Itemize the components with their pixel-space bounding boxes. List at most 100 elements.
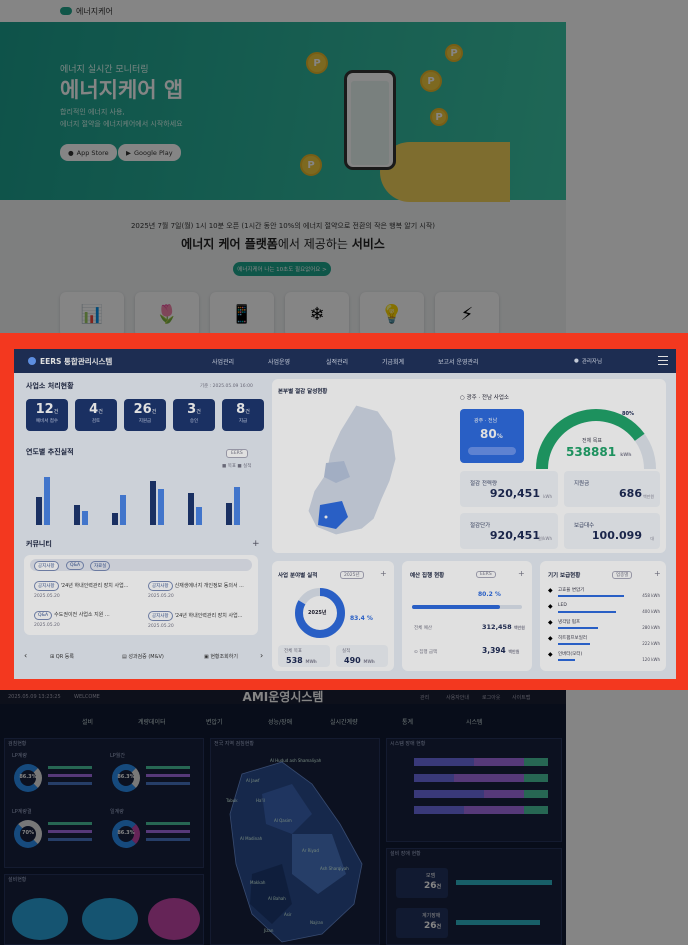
play-icon: ▶ [126, 148, 131, 157]
device-add-icon[interactable]: + [654, 569, 661, 578]
device-row[interactable]: ◆ 냉각탑 펌프 280 kWh [548, 619, 660, 633]
tab-notice[interactable]: 공지사항 [34, 561, 59, 571]
region-label[interactable]: Al Madinah [240, 836, 262, 841]
region-label[interactable]: Jizan [264, 928, 273, 933]
device-row[interactable]: ◆ 고효율 변압기 458 kWh [548, 587, 660, 601]
landing-brand[interactable]: 에너지케어 [76, 6, 113, 17]
quick-mv[interactable]: ▤ 성과검증 (M&V) [122, 653, 164, 660]
fault-card-meter[interactable]: 계기장애 26건 [396, 908, 448, 938]
ami-menu-item[interactable]: 실시간계량 [330, 717, 358, 726]
tab-qna[interactable]: Q&A [66, 561, 85, 570]
perf-filter[interactable]: 2025년 [340, 571, 364, 579]
googleplay-button[interactable]: ▶ Google Play [118, 144, 181, 161]
yearly-filter[interactable]: EERS [226, 449, 248, 458]
prev-arrow-icon[interactable]: ‹ [24, 651, 27, 660]
service-card[interactable]: 📊 [60, 292, 124, 337]
donut-bar [48, 838, 92, 841]
ami-menu-item[interactable]: 성능/장애 [268, 717, 292, 726]
kpi-value: 8건 [236, 402, 250, 417]
ami-menu-item[interactable]: 계량데이터 [138, 717, 166, 726]
stat-tile[interactable]: 보급대수 100.099 대 [564, 513, 660, 549]
bar-target [150, 481, 156, 525]
kpi-box[interactable]: 3건 승인 [173, 399, 215, 431]
ami-menu-item[interactable]: 설비 [82, 717, 93, 726]
service-card[interactable]: 💡 [360, 292, 424, 337]
budget-filter[interactable]: EERS [476, 571, 496, 578]
service-card[interactable]: ❄ [285, 292, 349, 337]
appstore-button[interactable]: ● App Store [60, 144, 117, 161]
ami-link[interactable]: 사용자안내 [446, 694, 469, 701]
kpi-box[interactable]: 12건 예비서 접수 [26, 399, 68, 431]
stat-tile[interactable]: 절감 전력량 920,451 kWh [460, 471, 558, 507]
region-label[interactable]: Ar Riyad [302, 848, 319, 853]
ami-link[interactable]: 사이트맵 [512, 694, 530, 701]
device-filter[interactable]: 업종별 [612, 571, 633, 579]
device-row[interactable]: ◆ LED 400 kWh [548, 603, 660, 617]
hand-illustration [380, 142, 510, 202]
donut-bar [146, 830, 190, 833]
perf-add-icon[interactable]: + [380, 569, 387, 578]
kpi-box[interactable]: 4건 검토 [75, 399, 117, 431]
korea-map[interactable] [296, 401, 426, 541]
item-tag: 공지사항 [34, 581, 59, 591]
stat-tile[interactable]: 절감단가 920,451 원/kWh [460, 513, 558, 549]
quick-status[interactable]: ▣ 현황조회하기 [204, 653, 238, 660]
community-item[interactable]: 공지사항 '24년 하내인력관리 장치 사업... 2025.05.20 [148, 611, 242, 629]
ami-topbar: 2025.05.09 13:23:25 WELCOME AMI운영시스템 관리 … [0, 690, 566, 704]
region-label[interactable]: Tabuk [226, 798, 238, 803]
stat-tile[interactable]: 지원금 686 백만원 [564, 471, 660, 507]
next-arrow-icon[interactable]: › [260, 651, 263, 660]
menu-item[interactable]: 실적관리 [326, 349, 348, 373]
tab-archive[interactable]: 자료실 [90, 561, 111, 571]
menu-item[interactable]: 기금회계 [382, 349, 404, 373]
ami-menu-item[interactable]: 통계 [402, 717, 413, 726]
region-label[interactable]: Asir [284, 912, 292, 917]
ami-menu-item[interactable]: 시스템 [466, 717, 483, 726]
budget-total-label: 전체 예산 [414, 626, 432, 631]
service-card[interactable]: ⚡ [435, 292, 499, 337]
device-row[interactable]: ◆ 인버터(모터) 120 kWh [548, 651, 660, 665]
energycare-landing: 에너지케어 에너지 실시간 모니터링 에너지케어 앱 합리적인 에너지 사용, … [0, 0, 566, 340]
hero-title: 에너지케어 앱 [60, 78, 184, 102]
cta-button[interactable]: 에너지케어 나는 10초도 필요없어요 > [233, 262, 331, 276]
community-item[interactable]: 공지사항 '24년 하내인력관리 장치 사업... 2025.05.20 [34, 581, 128, 599]
gauge-percent: 80% [622, 411, 634, 417]
region-label[interactable]: Ash Sharqiyah [320, 866, 349, 871]
ami-link[interactable]: 로그아웃 [482, 694, 500, 701]
ami-link[interactable]: 관리 [420, 694, 429, 701]
region-label[interactable]: Najran [310, 920, 323, 925]
community-item[interactable]: 공지사항 신재생에너지 개인정보 동의서 ... 2025.05.20 [148, 581, 244, 599]
donut-bar [48, 782, 92, 785]
hamburger-icon[interactable] [658, 356, 668, 365]
meter-donut: 86.3% [112, 764, 140, 792]
region-label[interactable]: Al Hudud ash Shamaliyah [270, 758, 321, 763]
ami-menu-item[interactable]: 변압기 [206, 717, 223, 726]
fault-card-modem[interactable]: 모뎀 26건 [396, 868, 448, 898]
apple-icon: ● [68, 148, 74, 157]
kpi-box[interactable]: 8건 지급 [222, 399, 264, 431]
menu-item[interactable]: 사업운영 [268, 349, 290, 373]
menu-item[interactable]: 보고서 운영관리 [438, 349, 479, 373]
region-label[interactable]: Makkah [250, 880, 265, 885]
quick-qr[interactable]: ⊞ QR 등록 [50, 653, 74, 660]
region-card[interactable]: 광주 · 전남 80% [460, 409, 524, 463]
region-label[interactable]: Al Qasim [274, 818, 292, 823]
device-row[interactable]: ◆ 히트펌프보일러 222 kWh [548, 635, 660, 649]
community-more-icon[interactable]: + [252, 539, 260, 549]
eers-brand[interactable]: EERS 통합관리시스템 [28, 349, 112, 373]
region-label[interactable]: Al Bahah [268, 896, 286, 901]
region-label[interactable]: Ha'il [256, 798, 265, 803]
saudi-map[interactable] [222, 754, 372, 944]
budget-add-icon[interactable]: + [518, 569, 525, 578]
kpi-box[interactable]: 26건 지원금 [124, 399, 166, 431]
service-card[interactable]: 📱 [210, 292, 274, 337]
googleplay-label: Google Play [134, 148, 173, 157]
community-item[interactable]: Q&A 수도권이전 사업소 지원 ... 2025.05.20 [34, 611, 110, 628]
service-card[interactable]: 🌷 [135, 292, 199, 337]
region-label[interactable]: Al Jawf [246, 778, 259, 783]
coin-icon: P [306, 52, 328, 74]
user-menu[interactable]: ● 관리자님 [574, 349, 602, 373]
menu-item[interactable]: 사업관리 [212, 349, 234, 373]
chart-icon: 📊 [80, 304, 104, 325]
coin-icon: P [445, 44, 463, 62]
